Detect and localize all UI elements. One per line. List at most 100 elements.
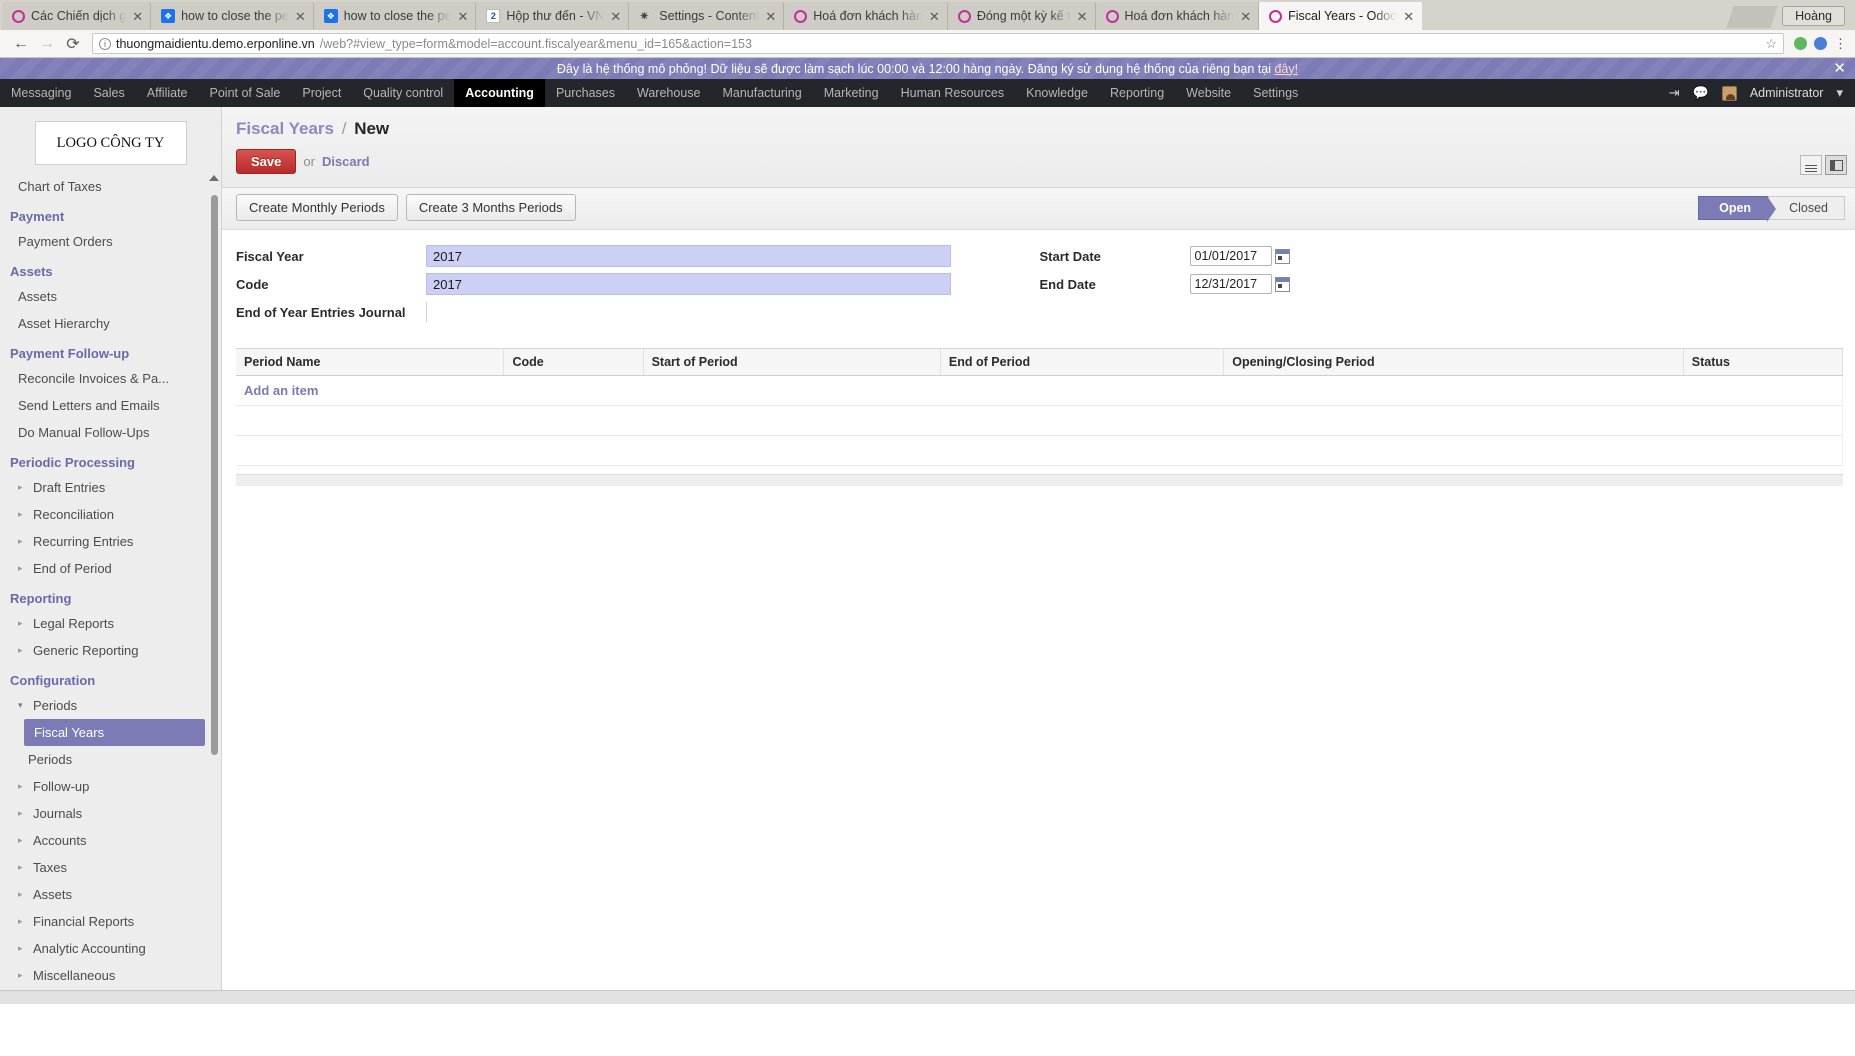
close-icon[interactable]: ✕ — [1240, 10, 1251, 23]
browser-tab[interactable]: ✷ Settings - Content ✕ — [629, 2, 785, 30]
browser-tab[interactable]: ❖ how to close the pe ✕ — [313, 2, 477, 30]
user-menu-label[interactable]: Administrator — [1750, 86, 1824, 100]
menu-item-warehouse[interactable]: Warehouse — [626, 79, 711, 107]
menu-item-website[interactable]: Website — [1175, 79, 1242, 107]
demo-banner-link[interactable]: đây! — [1274, 62, 1298, 76]
reload-button[interactable]: ⟳ — [60, 32, 86, 56]
sidebar-item-label: Send Letters and Emails — [18, 398, 160, 413]
close-icon[interactable]: ✕ — [765, 10, 776, 23]
sidebar-item-send-letters-and-emails[interactable]: Send Letters and Emails — [0, 392, 221, 419]
start-date-input[interactable]: 01/01/2017 — [1189, 246, 1272, 266]
browser-tab[interactable]: Đóng một kỳ kế t ✕ — [947, 2, 1096, 30]
menu-item-sales[interactable]: Sales — [82, 79, 135, 107]
menu-item-purchases[interactable]: Purchases — [545, 79, 626, 107]
menu-item-human-resources[interactable]: Human Resources — [890, 79, 1016, 107]
forward-button[interactable]: → — [34, 32, 60, 56]
extension-blue-icon[interactable] — [1814, 37, 1827, 50]
menu-item-settings[interactable]: Settings — [1242, 79, 1309, 107]
sidebar-item-recurring-entries[interactable]: ▸ Recurring Entries — [0, 528, 221, 555]
close-icon[interactable]: ✕ — [929, 10, 940, 23]
sidebar-item-generic-reporting[interactable]: ▸ Generic Reporting — [0, 637, 221, 664]
browser-profile-button[interactable]: Hoàng — [1782, 6, 1845, 26]
create-3-months-periods-button[interactable]: Create 3 Months Periods — [405, 194, 576, 221]
end-date-input[interactable]: 12/31/2017 — [1189, 274, 1272, 294]
browser-tab[interactable]: Fiscal Years - Odoo ✕ — [1259, 2, 1423, 30]
close-icon[interactable]: ✕ — [1403, 10, 1414, 23]
breadcrumb-root[interactable]: Fiscal Years — [236, 119, 334, 138]
new-tab-button[interactable] — [1726, 6, 1778, 28]
sidebar-item-follow-up[interactable]: ▸ Follow-up — [0, 773, 221, 800]
sidebar-item-reconciliation[interactable]: ▸ Reconciliation — [0, 501, 221, 528]
close-icon[interactable]: ✕ — [132, 10, 143, 23]
sidebar-item-label: Recurring Entries — [33, 534, 134, 549]
browser-tab[interactable]: ❖ how to close the pe ✕ — [151, 2, 314, 30]
sidebar-item-miscellaneous[interactable]: ▸ Miscellaneous — [0, 962, 221, 989]
menu-item-quality-control[interactable]: Quality control — [352, 79, 454, 107]
browser-tab[interactable]: Hoá đơn khách hàn ✕ — [784, 2, 948, 30]
form-view-button[interactable] — [1825, 155, 1847, 175]
add-item-link[interactable]: Add an item — [244, 383, 318, 398]
extension-green-icon[interactable] — [1794, 37, 1807, 50]
sidebar-item-assets[interactable]: ▸ Assets — [0, 881, 221, 908]
browser-tab[interactable]: 2 Hộp thư đến - VN ✕ — [476, 2, 630, 30]
back-button[interactable]: ← — [8, 32, 34, 56]
browser-tab[interactable]: Các Chiến dịch g ✕ — [2, 2, 152, 30]
sidebar-item-periods-sub[interactable]: Periods — [0, 746, 221, 773]
sidebar-item-asset-hierarchy[interactable]: Asset Hierarchy — [0, 310, 221, 337]
close-icon[interactable]: ✕ — [1833, 58, 1846, 79]
menu-item-project[interactable]: Project — [291, 79, 352, 107]
menu-item-knowledge[interactable]: Knowledge — [1015, 79, 1099, 107]
menu-item-messaging[interactable]: Messaging — [0, 79, 82, 107]
save-button[interactable]: Save — [236, 149, 297, 174]
end-of-year-entries-journal-input[interactable] — [426, 302, 951, 322]
sidebar-item-assets[interactable]: Assets — [0, 283, 221, 310]
menu-item-accounting[interactable]: Accounting — [454, 79, 545, 107]
calendar-icon[interactable] — [1274, 276, 1290, 292]
close-icon[interactable]: ✕ — [457, 10, 468, 23]
menu-item-marketing[interactable]: Marketing — [813, 79, 890, 107]
sidebar-item-end-of-period[interactable]: ▸ End of Period — [0, 555, 221, 582]
chat-icon[interactable]: 💬 — [1693, 85, 1709, 101]
calendar-icon[interactable] — [1274, 248, 1290, 264]
table-row-add[interactable]: Add an item — [236, 375, 1843, 406]
sidebar-scroll-up-arrow[interactable] — [209, 175, 219, 181]
sidebar-item-payment-orders[interactable]: Payment Orders — [0, 228, 221, 255]
list-view-button[interactable] — [1800, 155, 1822, 175]
fiscal-year-input[interactable]: 2017 — [426, 245, 951, 267]
sidebar-item-financial-reports[interactable]: ▸ Financial Reports — [0, 908, 221, 935]
sidebar-item-chart-of-taxes[interactable]: Chart of Taxes — [0, 173, 221, 200]
sidebar-item-accounts[interactable]: ▸ Accounts — [0, 827, 221, 854]
bookmark-star-icon[interactable]: ☆ — [1765, 36, 1777, 52]
sidebar-item-periods[interactable]: ▾ Periods — [0, 692, 221, 719]
sidebar-item-analytic-accounting[interactable]: ▸ Analytic Accounting — [0, 935, 221, 962]
sidebar-item-label: Periods — [33, 698, 78, 713]
sidebar-item-do-manual-follow-ups[interactable]: Do Manual Follow-Ups — [0, 419, 221, 446]
close-icon[interactable]: ✕ — [295, 10, 306, 23]
menu-item-reporting[interactable]: Reporting — [1099, 79, 1175, 107]
close-icon[interactable]: ✕ — [610, 10, 621, 23]
add-an-item-cell[interactable]: Add an item — [236, 375, 1843, 406]
close-icon[interactable]: ✕ — [1077, 10, 1088, 23]
sidebar-item-reconcile-invoices-pa[interactable]: Reconcile Invoices & Pa... — [0, 365, 221, 392]
discard-button[interactable]: Discard — [322, 154, 370, 169]
menu-item-manufacturing[interactable]: Manufacturing — [711, 79, 812, 107]
chevron-right-icon: ▸ — [18, 862, 23, 872]
menu-item-affiliate[interactable]: Affiliate — [136, 79, 199, 107]
logout-icon[interactable]: ⇥ — [1669, 85, 1680, 101]
sidebar-item-legal-reports[interactable]: ▸ Legal Reports — [0, 610, 221, 637]
sidebar-item-journals[interactable]: ▸ Journals — [0, 800, 221, 827]
sidebar-item-draft-entries[interactable]: ▸ Draft Entries — [0, 474, 221, 501]
browser-tab[interactable]: Hoá đơn khách hàn ✕ — [1095, 2, 1260, 30]
status-closed[interactable]: Closed — [1768, 195, 1845, 220]
url-bar[interactable]: i thuongmaidientu.demo.erponline.vn /web… — [92, 33, 1784, 54]
sidebar-item-taxes[interactable]: ▸ Taxes — [0, 854, 221, 881]
status-open[interactable]: Open — [1698, 195, 1777, 222]
code-input[interactable]: 2017 — [426, 273, 951, 295]
menu-item-point-of-sale[interactable]: Point of Sale — [199, 79, 292, 107]
chevron-down-icon[interactable]: ▾ — [1836, 85, 1843, 101]
browser-menu-icon[interactable]: ⋮ — [1834, 36, 1847, 52]
create-monthly-periods-button[interactable]: Create Monthly Periods — [236, 194, 398, 221]
sidebar-item-fiscal-years[interactable]: Fiscal Years — [24, 719, 205, 746]
site-info-icon[interactable]: i — [99, 37, 111, 50]
sidebar-scrollbar[interactable] — [211, 195, 218, 755]
